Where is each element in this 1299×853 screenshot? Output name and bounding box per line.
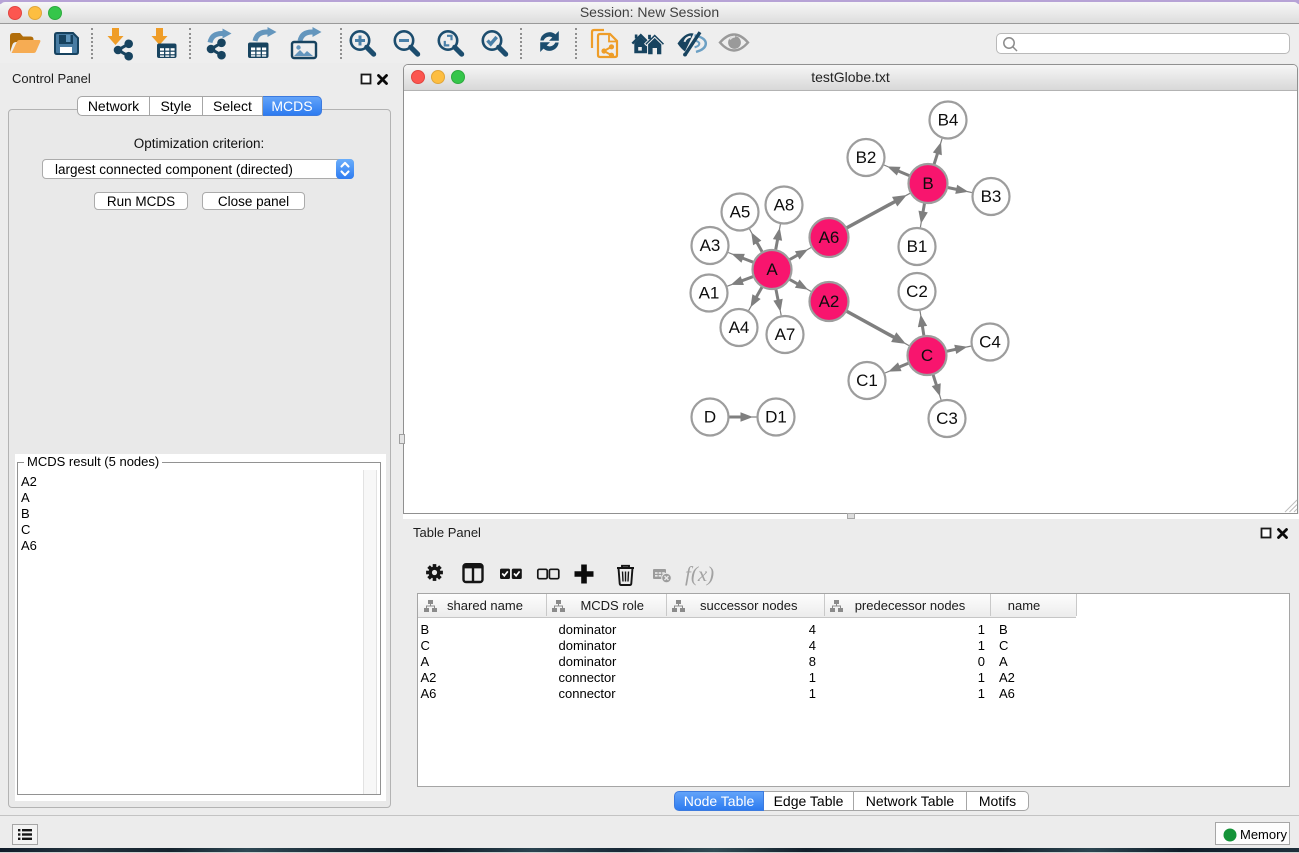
svg-text:A1: A1: [699, 284, 720, 303]
svg-text:A3: A3: [700, 236, 721, 255]
svg-text:B1: B1: [907, 237, 928, 256]
svg-text:A6: A6: [819, 228, 840, 247]
svg-text:C4: C4: [979, 333, 1001, 352]
svg-text:B2: B2: [856, 148, 877, 167]
svg-text:B3: B3: [981, 187, 1002, 206]
svg-text:A2: A2: [819, 292, 840, 311]
svg-text:A: A: [766, 260, 778, 279]
svg-text:C: C: [921, 346, 933, 365]
svg-text:A7: A7: [775, 325, 796, 344]
svg-text:D: D: [704, 408, 716, 427]
svg-text:A5: A5: [730, 203, 751, 222]
svg-text:A4: A4: [729, 318, 750, 337]
svg-text:C2: C2: [906, 282, 928, 301]
svg-text:f(x): f(x): [685, 562, 714, 586]
svg-text:C1: C1: [856, 371, 878, 390]
svg-text:A8: A8: [774, 196, 795, 215]
svg-text:B: B: [922, 174, 933, 193]
svg-text:C3: C3: [936, 409, 958, 428]
svg-text:B4: B4: [938, 111, 959, 130]
svg-text:D1: D1: [765, 408, 787, 427]
